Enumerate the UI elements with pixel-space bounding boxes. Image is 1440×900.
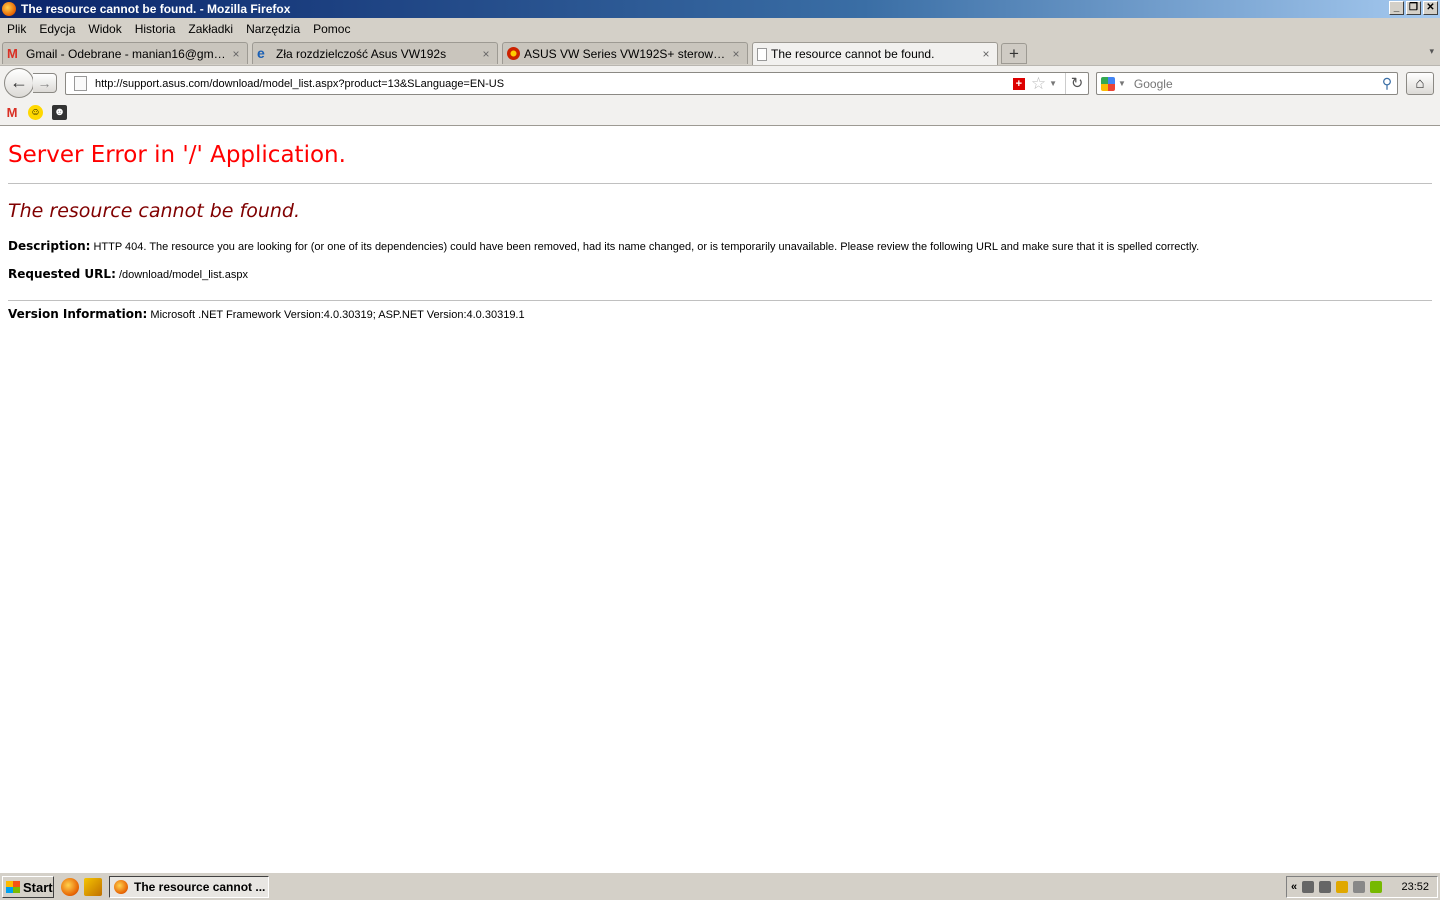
close-window-button[interactable]: ✕: [1423, 1, 1438, 15]
swiss-flag-icon[interactable]: +: [1012, 77, 1025, 90]
gmail-icon[interactable]: M: [4, 105, 20, 121]
version-label: Version Information:: [8, 307, 148, 321]
requested-url-row: Requested URL: /download/model_list.aspx: [8, 267, 248, 281]
clock[interactable]: 23:52: [1401, 881, 1429, 893]
url-input[interactable]: [95, 77, 1013, 90]
menu-pomoc[interactable]: Pomoc: [313, 22, 350, 36]
tab-label: The resource cannot be found.: [771, 47, 935, 61]
error-heading: The resource cannot be found.: [8, 200, 301, 222]
search-engine-dropdown-icon[interactable]: ▼: [1118, 79, 1126, 88]
tab-label: Gmail - Odebrane - manian16@gmail.com: [26, 46, 229, 61]
tray-app-icon[interactable]: [1336, 881, 1349, 893]
tray-expand-button[interactable]: «: [1291, 881, 1297, 893]
smiley-icon[interactable]: ☺: [28, 105, 43, 120]
search-input[interactable]: [1131, 75, 1377, 92]
volume-icon[interactable]: [1353, 881, 1366, 893]
tab-close-button[interactable]: ×: [479, 47, 493, 61]
quicklaunch-app-icon[interactable]: [84, 878, 102, 896]
requested-url-value: /download/model_list.aspx: [118, 269, 248, 281]
maximize-button[interactable]: ❐: [1406, 1, 1421, 15]
menu-edycja[interactable]: Edycja: [39, 22, 75, 36]
nvidia-icon[interactable]: [1370, 881, 1383, 893]
reload-button[interactable]: ↻: [1065, 73, 1088, 94]
window-title: The resource cannot be found. - Mozilla …: [21, 2, 291, 16]
firefox-icon: [2, 2, 16, 16]
bookmark-star-icon[interactable]: ☆: [1031, 74, 1046, 93]
minimize-button[interactable]: _: [1389, 1, 1404, 15]
tab-close-button[interactable]: ×: [229, 47, 243, 61]
menu-narzedzia[interactable]: Narzędzia: [246, 22, 300, 36]
tab-resolution-forum[interactable]: e Zła rozdzielczość Asus VW192s ×: [252, 42, 498, 64]
url-bar[interactable]: + ☆ ▼ ↻: [65, 72, 1089, 95]
page-content: Server Error in '/' Application. The res…: [0, 126, 1440, 872]
navigation-toolbar: ← → + ☆ ▼ ↻ ▼ ⚲ ⌂: [0, 65, 1440, 102]
version-row: Version Information: Microsoft .NET Fram…: [8, 307, 525, 321]
menu-zakladki[interactable]: Zakładki: [188, 22, 233, 36]
bookmarks-toolbar: M ☺ ☻: [0, 101, 1440, 126]
tab-list-chevron-icon[interactable]: ▾: [1429, 46, 1434, 57]
tab-close-button[interactable]: ×: [979, 47, 993, 61]
system-tray: « 23:52: [1286, 876, 1438, 898]
bookmark-icon[interactable]: ☻: [52, 105, 67, 120]
gmail-icon: M: [7, 46, 18, 61]
page-title: Server Error in '/' Application.: [8, 142, 346, 168]
description-row: Description: HTTP 404. The resource you …: [8, 239, 1199, 253]
back-button[interactable]: ←: [4, 68, 34, 98]
tab-gmail[interactable]: M Gmail - Odebrane - manian16@gmail.com …: [2, 42, 248, 64]
steam-icon[interactable]: [1319, 881, 1332, 893]
menu-bar: Plik Edycja Widok Historia Zakładki Narz…: [0, 18, 356, 40]
version-value: Microsoft .NET Framework Version:4.0.303…: [150, 309, 525, 321]
taskbar-firefox-window[interactable]: The resource cannot ...: [109, 876, 269, 898]
page-identity-icon[interactable]: [74, 76, 87, 91]
tab-label: ASUS VW Series VW192S+ sterowniki •• ...: [524, 46, 729, 61]
tab-label: Zła rozdzielczość Asus VW192s: [276, 46, 447, 61]
browser-chrome: Plik Edycja Widok Historia Zakładki Narz…: [0, 18, 1440, 126]
firefox-icon: [114, 880, 128, 894]
start-label: Start: [23, 879, 53, 895]
requested-url-label: Requested URL:: [8, 267, 116, 281]
ie-icon: e: [257, 45, 265, 61]
page-icon: [757, 47, 767, 61]
menu-historia[interactable]: Historia: [135, 22, 176, 36]
divider: [8, 183, 1432, 184]
windows-logo-icon: [6, 881, 20, 893]
home-button[interactable]: ⌂: [1406, 72, 1434, 95]
new-tab-button[interactable]: +: [1001, 43, 1027, 64]
search-bar[interactable]: ▼ ⚲: [1096, 72, 1398, 95]
network-icon[interactable]: [1302, 881, 1315, 893]
menu-widok[interactable]: Widok: [88, 22, 121, 36]
tab-resource-not-found[interactable]: The resource cannot be found. ×: [752, 42, 998, 65]
tab-asus-drivers[interactable]: ASUS VW Series VW192S+ sterowniki •• ...…: [502, 42, 748, 64]
window-titlebar: The resource cannot be found. - Mozilla …: [0, 0, 1440, 18]
google-engine-icon[interactable]: [1101, 76, 1115, 91]
tab-close-button[interactable]: ×: [729, 47, 743, 61]
url-history-dropdown-icon[interactable]: ▼: [1049, 79, 1057, 88]
menu-plik[interactable]: Plik: [7, 22, 26, 36]
taskbar-window-label: The resource cannot ...: [134, 880, 266, 894]
description-text: HTTP 404. The resource you are looking f…: [93, 241, 1200, 253]
taskbar: Start The resource cannot ... « 23:52: [0, 872, 1440, 900]
drivers-site-icon: [507, 47, 520, 60]
window-controls: _ ❐ ✕: [1389, 1, 1438, 15]
description-label: Description:: [8, 239, 91, 253]
tab-strip: M Gmail - Odebrane - manian16@gmail.com …: [0, 40, 1440, 65]
search-go-icon[interactable]: ⚲: [1377, 75, 1397, 92]
start-button[interactable]: Start: [2, 876, 54, 898]
divider: [8, 300, 1432, 301]
forward-button[interactable]: →: [33, 73, 57, 93]
firefox-quicklaunch-icon[interactable]: [61, 878, 79, 896]
